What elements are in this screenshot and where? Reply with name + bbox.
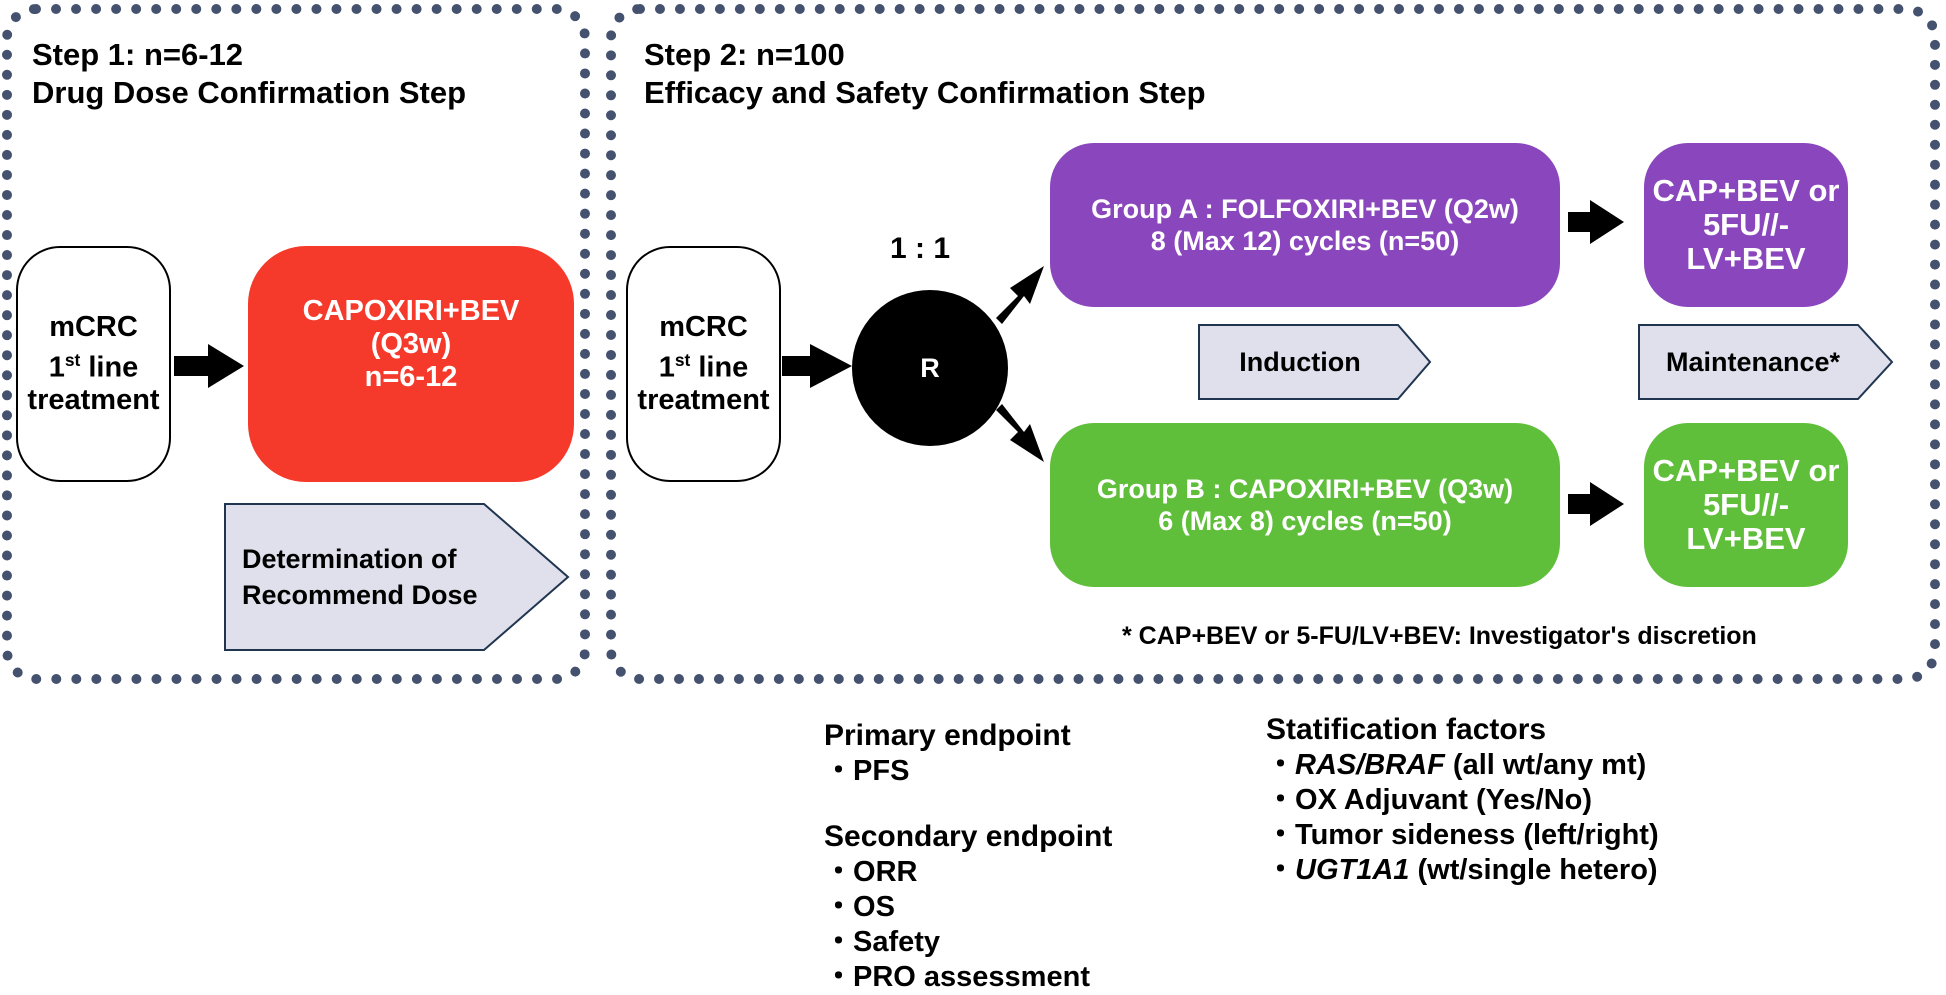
- step1-treatment-box: CAPOXIRI+BEV (Q3w) n=6-12: [248, 246, 574, 482]
- group-a-line1: Group A : FOLFOXIRI+BEV (Q2w): [1091, 194, 1519, 224]
- maintenance-phase-label: Maintenance*: [1638, 324, 1894, 400]
- group-a-maint-line2: 5FU//-LV+BEV: [1686, 207, 1806, 276]
- randomization-symbol: R: [920, 352, 940, 383]
- secondary-endpoint-item: ・OS: [824, 891, 895, 923]
- arrow-up-right-icon: [996, 266, 1044, 324]
- arrow-right-icon: [1568, 200, 1624, 244]
- population-line3: treatment: [27, 384, 160, 417]
- stratification-title: Statification factors: [1266, 713, 1547, 746]
- treatment-line2: (Q3w): [370, 327, 452, 360]
- step1-title-line2: Drug Dose Confirmation Step: [32, 75, 467, 110]
- group-a-induction-box: Group A : FOLFOXIRI+BEV (Q2w) 8 (Max 12)…: [1050, 143, 1560, 307]
- treatment-line3: n=6-12: [364, 360, 458, 393]
- group-b-induction-box: Group B : CAPOXIRI+BEV (Q3w) 6 (Max 8) c…: [1050, 423, 1560, 587]
- induction-label: Induction: [1239, 347, 1361, 377]
- phase-label-line2: Recommend Dose: [242, 580, 478, 610]
- arrow-right-icon: [782, 344, 852, 388]
- group-b-maint-line1: CAP+BEV or: [1652, 453, 1840, 488]
- randomization-ratio: 1 : 1: [890, 232, 951, 265]
- secondary-endpoint-title: Secondary endpoint: [824, 820, 1113, 853]
- step2-title-line2: Efficacy and Safety Confirmation Step: [644, 75, 1206, 110]
- arrow-right-icon: [174, 344, 244, 388]
- group-a-line2: 8 (Max 12) cycles (n=50): [1150, 226, 1460, 256]
- secondary-endpoint-item: ・ORR: [824, 856, 918, 888]
- primary-endpoint-title: Primary endpoint: [824, 719, 1071, 752]
- maintenance-label: Maintenance*: [1665, 347, 1841, 377]
- stratification-section: Statification factors ・RAS/BRAF (all wt/…: [1266, 712, 1659, 888]
- population-line3: treatment: [637, 384, 770, 417]
- stratification-item: ・UGT1A1 (wt/single hetero): [1266, 854, 1658, 886]
- treatment-line1: CAPOXIRI+BEV: [302, 294, 520, 327]
- population-line2: 1st line: [48, 349, 139, 384]
- step1-population-box: mCRC 1st line treatment: [16, 246, 171, 482]
- primary-endpoint-item: ・PFS: [824, 755, 910, 787]
- group-b-maint-line2: 5FU//-LV+BEV: [1686, 487, 1806, 556]
- population-line2: 1st line: [658, 349, 749, 384]
- group-a-maintenance-box: CAP+BEV or 5FU//-LV+BEV: [1644, 143, 1848, 307]
- induction-phase-label: Induction: [1198, 324, 1432, 400]
- group-b-maintenance-box: CAP+BEV or 5FU//-LV+BEV: [1644, 423, 1848, 587]
- step2-title: Step 2: n=100 Efficacy and Safety Confir…: [644, 36, 1206, 112]
- phase-label-line1: Determination of: [242, 544, 457, 574]
- group-b-line2: 6 (Max 8) cycles (n=50): [1158, 506, 1452, 536]
- step2-title-line1: Step 2: n=100: [644, 37, 845, 72]
- population-line1: mCRC: [49, 310, 138, 343]
- group-b-line1: Group B : CAPOXIRI+BEV (Q3w): [1096, 474, 1514, 504]
- secondary-endpoint-item: ・Safety: [824, 926, 941, 958]
- step1-title: Step 1: n=6-12 Drug Dose Confirmation St…: [32, 36, 466, 112]
- stratification-item: ・OX Adjuvant (Yes/No): [1266, 784, 1593, 816]
- footnote: * CAP+BEV or 5-FU/LV+BEV: Investigator's…: [1122, 622, 1757, 650]
- secondary-endpoint-item: ・PRO assessment: [824, 961, 1090, 993]
- arrow-right-icon: [1568, 482, 1624, 526]
- stratification-item: ・RAS/BRAF (all wt/any mt): [1266, 749, 1647, 781]
- randomization-circle: R: [852, 290, 1008, 446]
- endpoints-section: Primary endpoint ・PFS Secondary endpoint…: [824, 718, 1112, 995]
- step2-population-box: mCRC 1st line treatment: [626, 246, 781, 482]
- arrow-down-right-icon: [996, 404, 1044, 462]
- stratification-item: ・Tumor sideness (left/right): [1266, 819, 1659, 851]
- population-line1: mCRC: [659, 310, 748, 343]
- step1-title-line1: Step 1: n=6-12: [32, 37, 244, 72]
- group-a-maint-line1: CAP+BEV or: [1652, 173, 1840, 208]
- step1-phase-label: Determination of Recommend Dose: [224, 503, 570, 651]
